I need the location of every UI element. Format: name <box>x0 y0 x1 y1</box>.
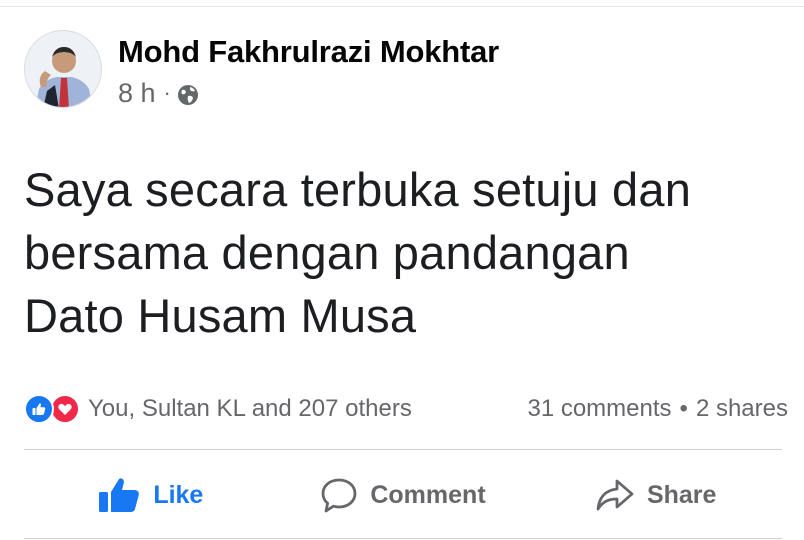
shares-count[interactable]: 2 shares <box>696 394 788 424</box>
stats-separator: • <box>679 395 688 422</box>
thumbs-up-icon <box>99 478 140 512</box>
like-reaction-icon <box>24 394 54 424</box>
engagement-counts: 31 comments • 2 shares <box>527 394 788 424</box>
share-button[interactable]: Share <box>529 460 782 530</box>
post-actions: Like Comment Share <box>24 460 782 530</box>
post-header: Mohd Fakhrulrazi Mokhtar 8 h · <box>24 30 499 110</box>
post-text-line: Dato Husam Musa <box>24 289 417 342</box>
comment-label: Comment <box>370 480 486 509</box>
comment-icon <box>321 478 357 513</box>
post-text-line: bersama dengan pandangan <box>24 226 630 279</box>
avatar-image <box>25 31 101 107</box>
comments-count[interactable]: 31 comments <box>527 394 671 424</box>
facebook-post: Mohd Fakhrulrazi Mokhtar 8 h · Saya seca… <box>0 0 804 540</box>
like-label: Like <box>153 480 204 509</box>
avatar[interactable] <box>24 30 102 108</box>
share-icon <box>596 479 634 511</box>
divider <box>24 538 782 539</box>
globe-icon <box>177 82 199 105</box>
post-meta: Mohd Fakhrulrazi Mokhtar 8 h · <box>118 34 499 108</box>
comment-button[interactable]: Comment <box>277 460 530 530</box>
reactors-text[interactable]: You, Sultan KL and 207 others <box>88 394 412 424</box>
author-name[interactable]: Mohd Fakhrulrazi Mokhtar <box>118 34 499 70</box>
post-text-line: Saya secara terbuka setuju dan <box>24 163 692 216</box>
love-reaction-icon <box>50 394 80 424</box>
like-button[interactable]: Like <box>24 460 277 530</box>
post-subtitle: 8 h · <box>118 78 499 108</box>
divider <box>24 449 782 450</box>
meta-separator: · <box>163 80 171 105</box>
reaction-icons[interactable] <box>24 394 80 424</box>
post-text: Saya secara terbuka setuju dan bersama d… <box>24 158 784 347</box>
post-stats: You, Sultan KL and 207 others 31 comment… <box>24 390 788 428</box>
share-label: Share <box>646 480 717 509</box>
post-time[interactable]: 8 h <box>118 78 156 108</box>
